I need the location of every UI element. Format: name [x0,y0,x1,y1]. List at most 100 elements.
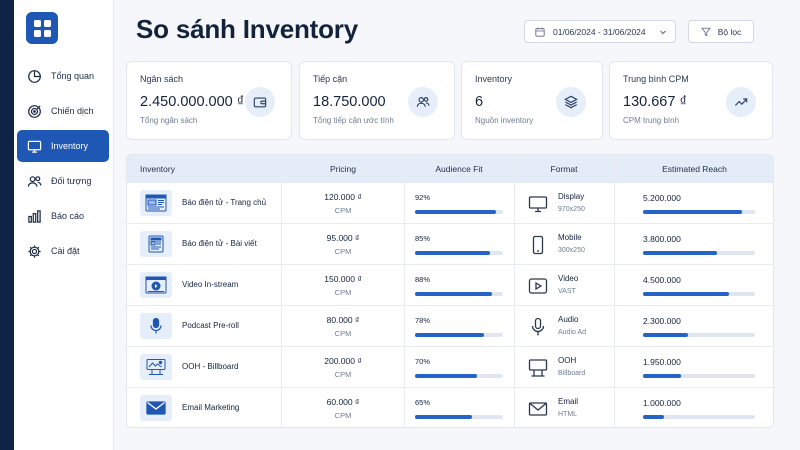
date-range-label: 01/06/2024 - 31/06/2024 [553,26,646,37]
audience-fit-percent: 70% [415,357,431,366]
sidebar-item-label: Đối tượng [51,176,92,186]
price-value: 95.000 ₫ [326,233,360,243]
envelope-icon [528,402,548,416]
sidebar-item-overview[interactable]: Tổng quan [17,60,109,92]
sidebar-item-label: Inventory [51,141,89,151]
sidebar-item-label: Báo cáo [51,211,85,221]
filter-button[interactable]: Bộ lọc [688,20,754,43]
table-row[interactable]: OOH - Billboard 200.000 ₫ CPM 70% OOH Bi… [127,347,773,388]
reach-value: 5.200.000 [643,193,681,203]
kpi-card-avg-cpm: Trung bình CPM 130.667 ₫ CPM trung bình [609,61,773,140]
reach-bar-fill [643,374,682,378]
audience-fit-bar-fill [415,333,484,337]
audience-fit-percent: 78% [415,316,431,325]
inventory-name: Email Marketing [182,403,240,412]
price-value: 150.000 ₫ [324,274,362,284]
price-value: 200.000 ₫ [324,356,362,366]
column-header-inventory[interactable]: Inventory [140,155,175,183]
format-spec: VAST [558,288,576,295]
kpi-value: 2.450.000.000 ₫ [140,94,245,110]
price-value: 80.000 ₫ [326,315,360,325]
column-header-estimated-reach[interactable]: Estimated Reach [614,155,773,183]
envelope-icon [140,395,172,421]
reach-bar [643,292,755,296]
sidebar-item-reports[interactable]: Báo cáo [17,200,109,232]
sidebar-item-settings[interactable]: Cài đặt [17,235,109,267]
kpi-subtitle: Tổng tiếp cận ước tính [313,116,394,125]
article-icon [140,231,172,257]
reach-value: 1.000.000 [643,398,681,408]
sidebar-item-label: Tổng quan [51,71,95,81]
app-logo[interactable] [26,12,58,44]
reach-bar-fill [643,292,730,296]
kpi-subtitle: CPM trung bình [623,116,680,125]
sidebar-item-audiences[interactable]: Đối tượng [17,165,109,197]
kpi-subtitle: Tổng ngân sách [140,116,198,125]
kpi-value: 18.750.000 [313,94,386,110]
chevron-down-icon [660,30,666,34]
audience-fit-bar [415,292,503,296]
microphone-icon [140,313,172,339]
users-icon [408,87,438,117]
inventory-name: Video In-stream [182,280,239,289]
reach-bar [643,333,755,337]
bar-chart-icon [28,209,41,223]
audience-fit-bar [415,415,503,419]
column-header-format[interactable]: Format [514,155,614,183]
sidebar-item-inventory[interactable]: Inventory [17,130,109,162]
table-header: Inventory Pricing Audience Fit Format Es… [127,155,773,183]
format-name: Mobile [558,233,582,242]
audience-fit-bar-fill [415,415,473,419]
format-spec: 300x250 [558,247,585,254]
reach-bar-fill [643,210,742,214]
reach-bar [643,210,755,214]
kpi-subtitle: Nguồn inventory [475,116,534,125]
table-row[interactable]: Báo điện tử - Trang chủ 120.000 ₫ CPM 92… [127,183,773,224]
page-title: So sánh Inventory [136,14,358,44]
table-row[interactable]: Video In-stream 150.000 ₫ CPM 88% Video … [127,265,773,306]
price-unit: CPM [334,329,352,338]
kpi-label: Trung bình CPM [623,74,689,84]
audience-fit-bar [415,333,503,337]
kpi-label: Ngân sách [140,74,184,84]
play-icon [528,278,548,294]
reach-value: 4.500.000 [643,275,681,285]
sidebar: Tổng quan Chiến dịch Inventory Đối tượng… [14,0,114,450]
mobile-icon [532,235,544,255]
table-row[interactable]: Podcast Pre-roll 80.000 ₫ CPM 78% Audio … [127,306,773,347]
column-header-pricing[interactable]: Pricing [282,155,404,183]
audience-fit-percent: 88% [415,275,431,284]
format-spec: HTML [558,411,578,418]
reach-bar-fill [643,333,688,337]
reach-bar [643,374,755,378]
sidebar-item-campaigns[interactable]: Chiến dịch [17,95,109,127]
format-name: Video [558,274,579,283]
date-range-picker[interactable]: 01/06/2024 - 31/06/2024 [524,20,676,43]
kpi-label: Inventory [475,74,513,84]
table-row[interactable]: Báo điện tử - Bài viết 95.000 ₫ CPM 85% … [127,224,773,265]
webpage-home-icon [140,190,172,216]
reach-value: 3.800.000 [643,234,681,244]
inventory-comparison-table: Inventory Pricing Audience Fit Format Es… [126,154,774,428]
table-row[interactable]: Email Marketing 60.000 ₫ CPM 65% Email H… [127,388,773,427]
price-unit: CPM [334,247,352,256]
gear-icon [28,244,41,258]
format-spec: Billboard [558,370,586,377]
audience-fit-bar-fill [415,210,496,214]
price-unit: CPM [334,288,352,297]
billboard-icon [528,359,548,377]
users-icon [27,175,42,187]
target-icon [28,104,41,118]
column-header-audience-fit[interactable]: Audience Fit [404,155,514,183]
filter-label: Bộ lọc [717,26,742,37]
sidebar-item-label: Chiến dịch [51,106,94,116]
audience-fit-bar [415,251,503,255]
kpi-card-budget: Ngân sách 2.450.000.000 ₫ Tổng ngân sách [126,61,292,140]
audience-fit-percent: 65% [415,398,431,407]
sidebar-nav: Tổng quan Chiến dịch Inventory Đối tượng… [17,60,109,270]
reach-value: 2.300.000 [643,316,681,326]
kpi-label: Tiếp cận [313,74,348,84]
inventory-name: Báo điện tử - Trang chủ [182,198,267,207]
wallet-icon [245,87,275,117]
desktop-icon [528,196,548,213]
